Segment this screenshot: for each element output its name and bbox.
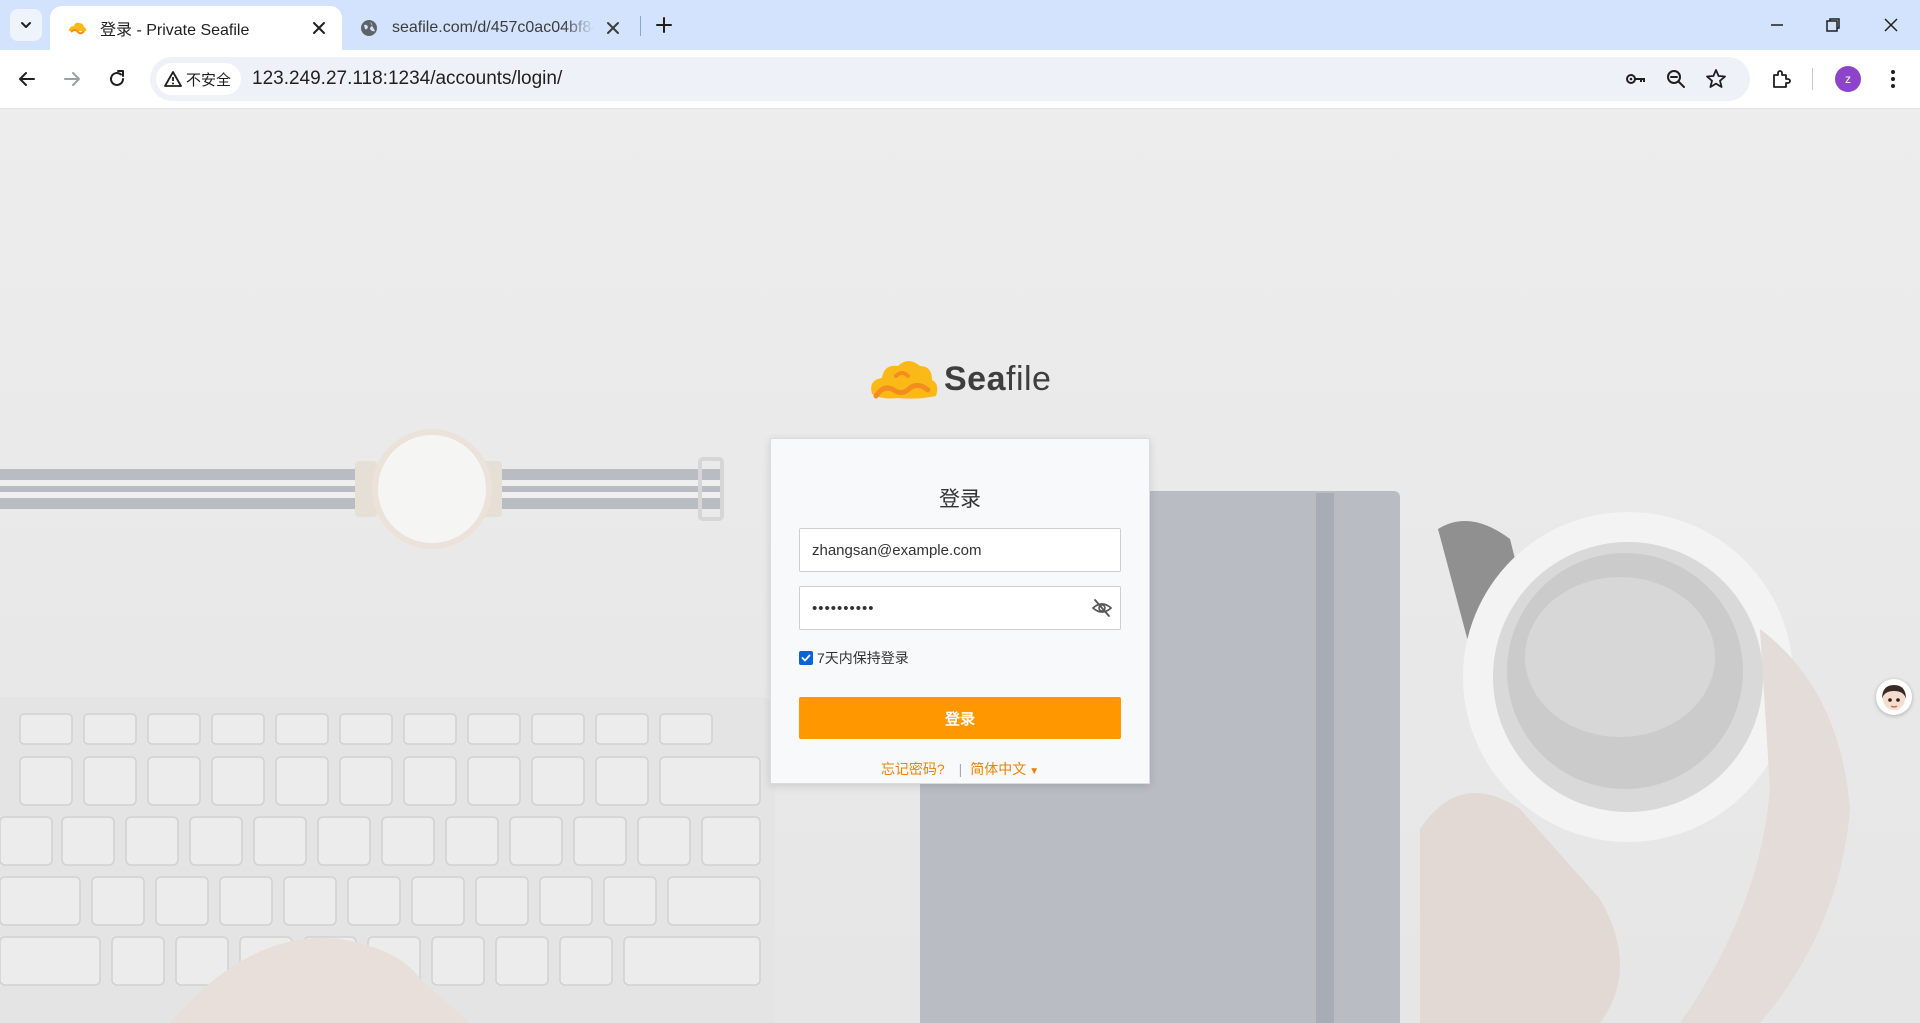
seafile-favicon-icon: [69, 22, 87, 35]
email-input[interactable]: [799, 528, 1121, 572]
tab-title: seafile.com/d/457c0ac04bf84: [392, 19, 594, 36]
seafile-logo: Seafile: [868, 354, 1051, 404]
tab-divider: [640, 16, 641, 36]
tab-seafile-login[interactable]: 登录 - Private Seafile: [50, 6, 342, 50]
forward-arrow-icon[interactable]: [59, 66, 85, 92]
address-bar[interactable]: 不安全 123.249.27.118:1234/accounts/login/: [150, 57, 1750, 101]
tab-seafile-download[interactable]: seafile.com/d/457c0ac04bf84: [346, 6, 636, 50]
back-arrow-icon[interactable]: [14, 66, 40, 92]
warning-icon: [164, 71, 182, 87]
globe-icon: [361, 20, 377, 36]
tab-search-button[interactable]: [10, 9, 42, 41]
security-label: 不安全: [186, 71, 232, 89]
toolbar-separator: [1812, 68, 1813, 90]
security-indicator[interactable]: 不安全: [156, 63, 242, 95]
browser-toolbar: 不安全 123.249.27.118:1234/accounts/login/ …: [0, 50, 1920, 109]
language-selector[interactable]: 简体中文 ▼: [970, 759, 1039, 779]
remember-me-label: 7天内保持登录: [817, 650, 909, 666]
minimize-icon[interactable]: [1764, 12, 1790, 38]
chevron-down-icon: [21, 22, 31, 28]
login-footer-links: 忘记密码? | 简体中文 ▼: [771, 759, 1149, 779]
checkbox-checked-icon[interactable]: [799, 651, 813, 665]
close-icon[interactable]: [310, 19, 328, 37]
assistant-face-icon: [1882, 685, 1906, 710]
login-title: 登录: [939, 488, 981, 511]
link-separator: |: [958, 761, 963, 777]
kebab-menu-icon[interactable]: [1880, 66, 1906, 92]
tab-strip: 登录 - Private Seafile seafile.com/d/457c0…: [0, 0, 1920, 50]
caret-down-icon: ▼: [1029, 766, 1040, 777]
eye-slash-icon[interactable]: [1091, 598, 1113, 618]
remember-me-checkbox[interactable]: 7天内保持登录: [799, 648, 909, 668]
plus-icon[interactable]: [652, 13, 676, 37]
profile-avatar[interactable]: z: [1835, 66, 1861, 92]
close-icon[interactable]: [604, 19, 622, 37]
star-icon[interactable]: [1704, 67, 1728, 91]
seafile-wordmark: Seafile: [944, 359, 1052, 398]
restore-icon[interactable]: [1820, 12, 1846, 38]
login-button[interactable]: 登录: [799, 697, 1121, 739]
seafile-logo-icon: [871, 361, 938, 399]
key-icon[interactable]: [1624, 67, 1648, 91]
password-input[interactable]: [799, 586, 1121, 630]
close-window-icon[interactable]: [1878, 12, 1904, 38]
login-card: 登录 7天内保持登录 登录 忘记密码? | 简体中文▼: [770, 438, 1150, 784]
zoom-out-icon[interactable]: [1664, 67, 1688, 91]
extensions-puzzle-icon[interactable]: [1769, 66, 1795, 92]
reload-icon[interactable]: [104, 66, 130, 92]
assistant-avatar[interactable]: [1876, 679, 1912, 715]
url-text[interactable]: 123.249.27.118:1234/accounts/login/: [252, 68, 562, 90]
login-page: Seafile 登录 7天内保持登录 登录 忘记密码? | 简体中文▼: [0, 109, 1920, 1023]
tab-title: 登录 - Private Seafile: [100, 22, 250, 39]
forgot-password-link[interactable]: 忘记密码?: [881, 759, 945, 779]
